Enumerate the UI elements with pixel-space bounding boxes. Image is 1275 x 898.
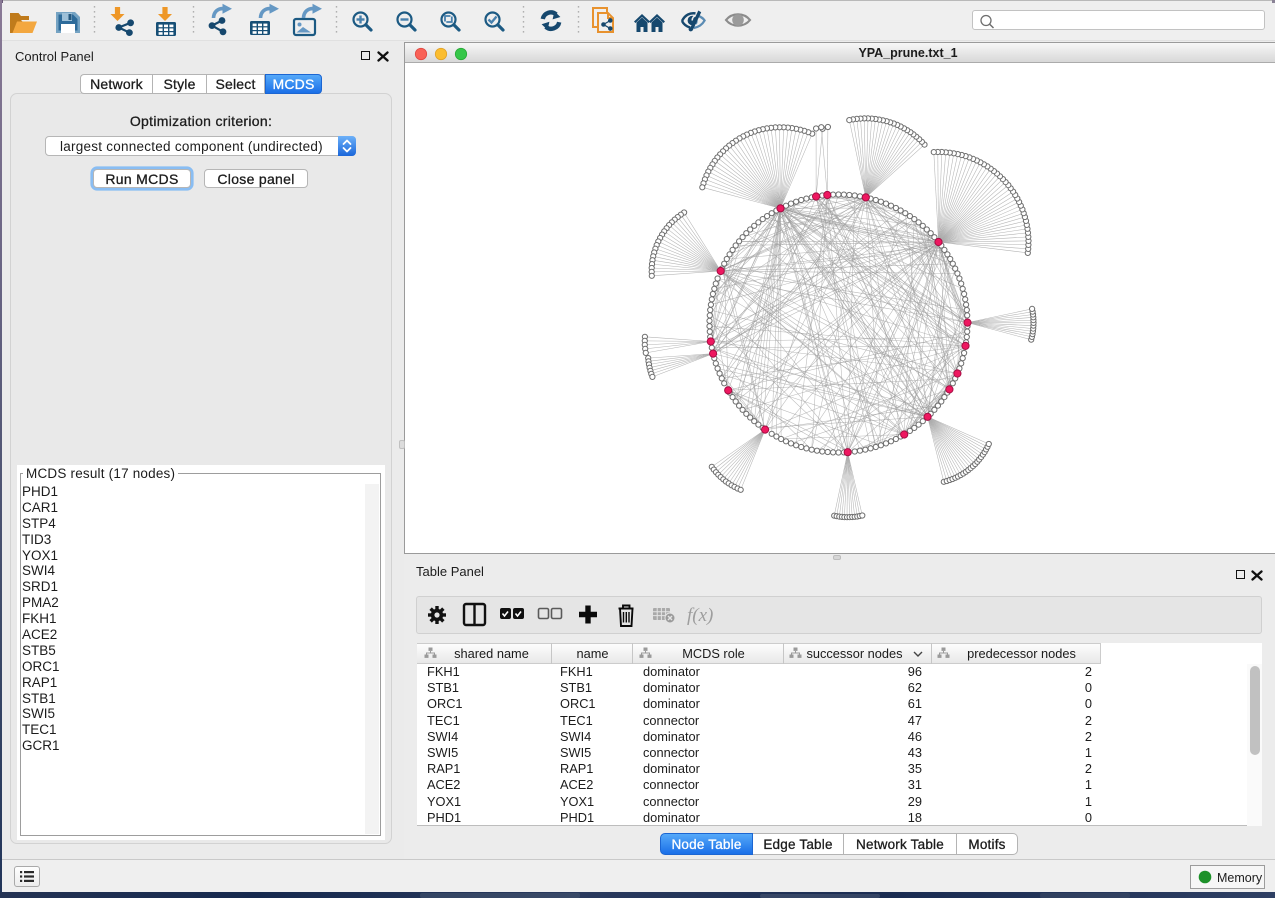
svg-text:f(x): f(x) <box>687 605 713 626</box>
